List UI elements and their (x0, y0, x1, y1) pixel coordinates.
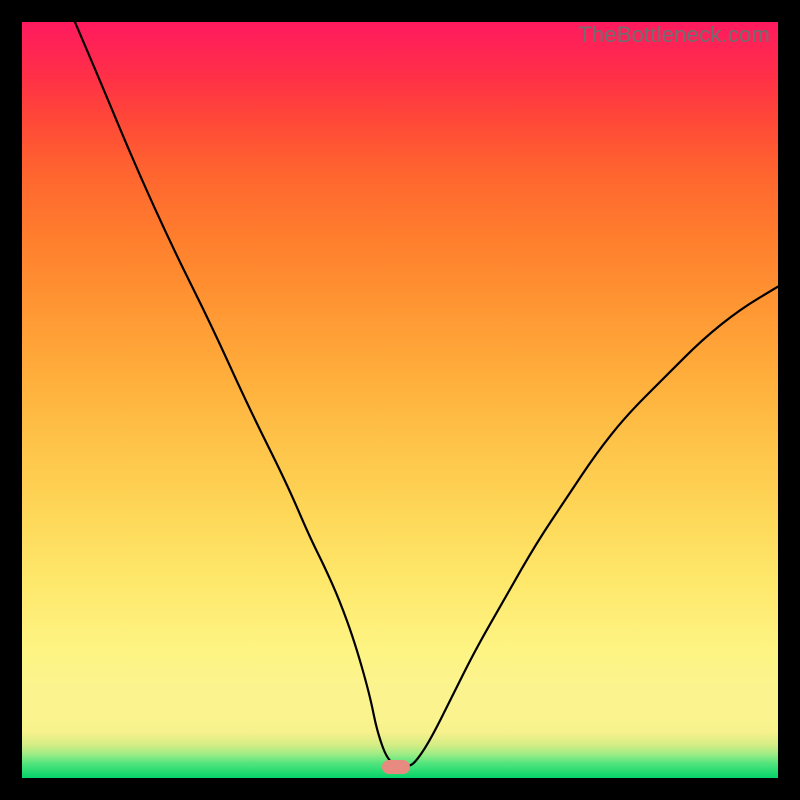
bottleneck-curve (75, 22, 778, 767)
curve-svg (22, 22, 778, 778)
optimum-marker (382, 760, 410, 774)
chart-container: TheBottleneck.com (0, 0, 800, 800)
plot-area: TheBottleneck.com (22, 22, 778, 778)
